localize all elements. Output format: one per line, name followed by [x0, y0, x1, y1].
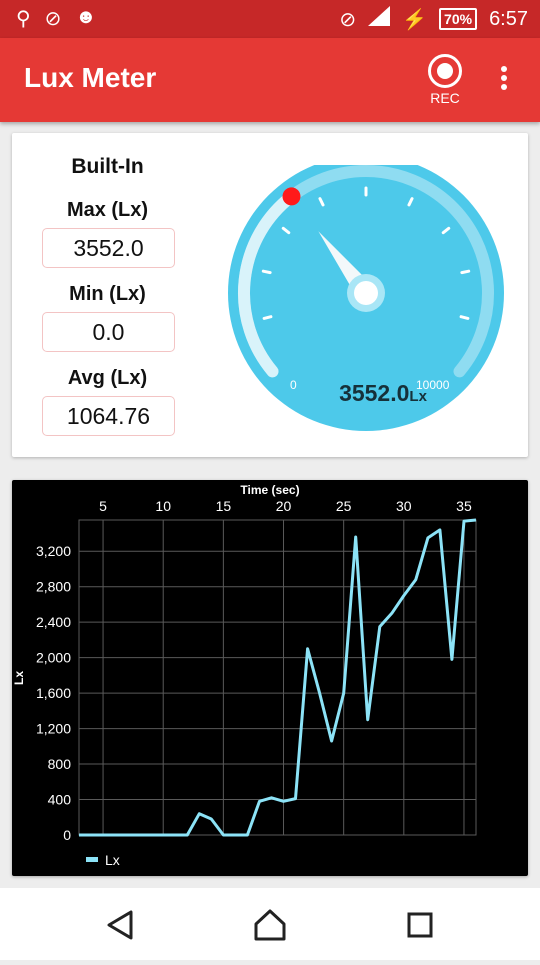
more-options-icon[interactable] [494, 66, 514, 96]
record-icon [428, 54, 462, 88]
min-label: Min (Lx) [69, 283, 146, 305]
gauge-tick [261, 269, 272, 275]
android-icon: ☻ [75, 6, 97, 28]
y-tick-label: 2,800 [36, 579, 71, 595]
record-button[interactable]: REC [422, 54, 468, 106]
gauge-min-label: 0 [290, 378, 297, 392]
lux-chart: 5 10 15 20 25 30 35 0 400 800 1,200 1,600 2,000 2,40… [12, 483, 477, 868]
gauge-tick [460, 269, 471, 275]
x-tick-label: 15 [216, 498, 232, 514]
gauge-marker [282, 187, 301, 206]
gauge-hub-center [354, 281, 378, 305]
navigation-bar [0, 888, 540, 960]
y-tick-label: 2,000 [36, 650, 71, 666]
record-label: REC [430, 90, 460, 106]
y-tick-label: 800 [48, 756, 72, 772]
x-tick-label: 20 [276, 498, 292, 514]
gauge-reading-unit: Lx [409, 388, 427, 405]
status-bar: ⚲ ⊘ ☻ ⊘ ⚡ 70% 6:57 [0, 0, 540, 38]
y-tick-label: 3,200 [36, 543, 71, 559]
avg-label: Avg (Lx) [67, 367, 148, 389]
gauge-reading-value: 3552.0 [339, 380, 409, 406]
charging-icon: ⚡ [402, 8, 428, 31]
y-tick-label: 400 [48, 792, 72, 808]
sensor-card: Built-In Max (Lx) 3552.0 Min (Lx) 0.0 Av… [12, 133, 528, 457]
max-label: Max (Lx) [66, 199, 149, 221]
no-location-icon: ⊘ [44, 8, 62, 30]
avg-value: 1064.76 [42, 396, 175, 436]
x-tick-label: 25 [336, 498, 352, 514]
gauge-tick [262, 315, 273, 320]
usb-icon: ⚲ [16, 8, 31, 30]
y-tick-label: 0 [63, 827, 71, 843]
legend-swatch [86, 857, 98, 862]
x-tick-label: 10 [155, 498, 171, 514]
home-icon[interactable] [254, 909, 286, 941]
x-axis-title: Time (sec) [240, 483, 299, 497]
battery-indicator: 70% [439, 8, 478, 30]
plot-area [78, 519, 477, 836]
legend-label: Lx [105, 852, 120, 868]
x-tick-label: 5 [99, 498, 107, 514]
y-tick-label: 2,400 [36, 614, 71, 630]
chart-card: 5 10 15 20 25 30 35 0 400 800 1,200 1,600 2,000 2,40… [12, 480, 528, 876]
x-tick-label: 35 [456, 498, 472, 514]
min-value: 0.0 [42, 312, 175, 352]
do-not-disturb-icon: ⊘ [339, 8, 357, 31]
recents-icon[interactable] [407, 912, 433, 938]
y-axis-title: Lx [12, 671, 26, 685]
app-title: Lux Meter [24, 62, 157, 93]
y-tick-label: 1,200 [36, 721, 71, 737]
lux-gauge: 0 10000 3552.0Lx [228, 165, 504, 431]
series-line-lx [79, 518, 477, 837]
app-bar: Lux Meter REC [0, 38, 540, 122]
max-value: 3552.0 [42, 228, 175, 268]
y-tick-label: 1,600 [36, 685, 71, 701]
signal-icon [368, 6, 391, 32]
clock: 6:57 [489, 7, 528, 30]
gauge-tick [459, 315, 470, 320]
sensor-title: Built-In [71, 155, 144, 178]
x-tick-label: 30 [396, 498, 412, 514]
back-icon[interactable] [107, 910, 133, 940]
